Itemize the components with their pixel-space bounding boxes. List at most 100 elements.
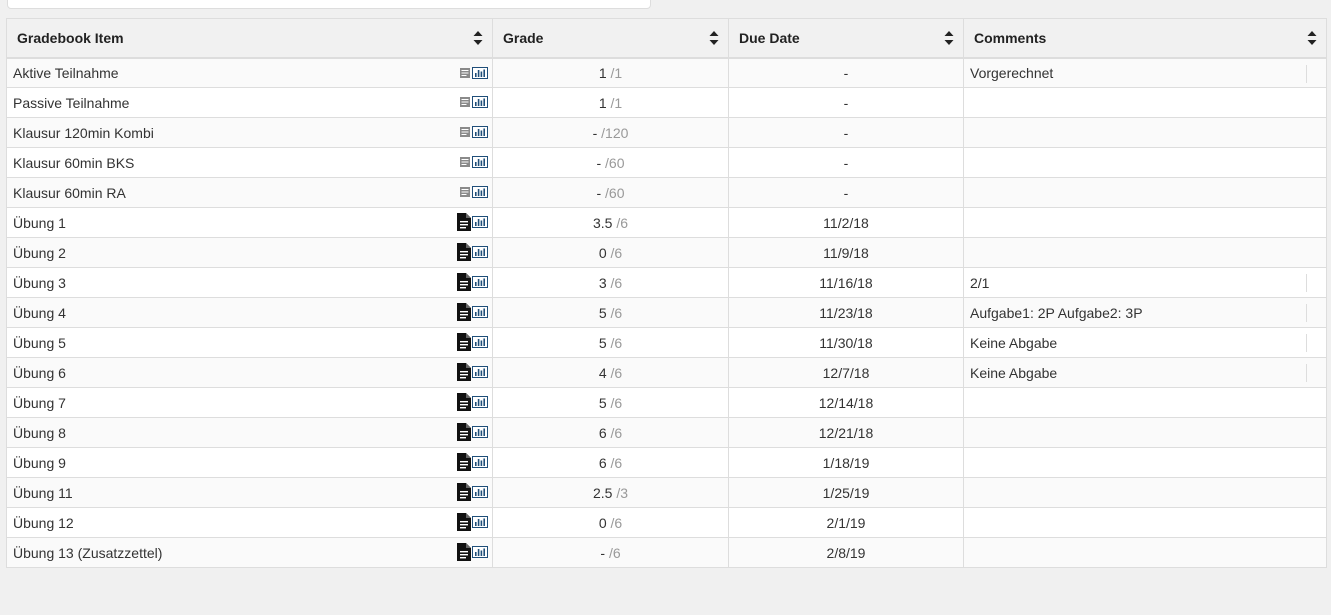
table-row: Übung 1 3.5 /6 11/2/18 xyxy=(6,207,1327,238)
bar-chart-icon[interactable] xyxy=(472,365,488,381)
bar-chart-icon[interactable] xyxy=(472,245,488,261)
table-row: Klausur 120min Kombi - /120- xyxy=(6,117,1327,148)
comment-cell: Vorgerechnet xyxy=(963,57,1327,88)
sort-arrows-icon[interactable] xyxy=(1307,31,1317,45)
gradebook-item-cell: Übung 4 xyxy=(6,297,493,328)
item-icons xyxy=(459,65,488,83)
grade-cell: 4 /6 xyxy=(492,357,729,388)
column-header-grade[interactable]: Grade xyxy=(492,18,729,59)
column-header-label: Comments xyxy=(974,29,1047,46)
grade-cell: 5 /6 xyxy=(492,327,729,358)
bar-chart-icon[interactable] xyxy=(472,485,488,501)
due-date-cell: 11/9/18 xyxy=(728,237,964,268)
document-icon[interactable] xyxy=(457,482,471,504)
grade-cell: 1 /1 xyxy=(492,87,729,118)
grade-max: /6 xyxy=(616,214,629,231)
gradebook-item-name: Klausur 120min Kombi xyxy=(13,124,154,141)
grade-cell: 0 /6 xyxy=(492,507,729,538)
comment-cell xyxy=(963,447,1327,478)
bar-chart-icon[interactable] xyxy=(472,215,488,231)
document-icon[interactable] xyxy=(457,542,471,564)
due-date-cell: 2/8/19 xyxy=(728,537,964,568)
grade-cell: 2.5 /3 xyxy=(492,477,729,508)
bar-chart-icon[interactable] xyxy=(472,305,488,321)
gradebook-item-name: Übung 11 xyxy=(13,484,73,501)
document-icon[interactable] xyxy=(457,392,471,414)
gradebook-item-cell: Übung 9 xyxy=(6,447,493,478)
gradebook-item-name: Übung 12 xyxy=(13,514,74,531)
column-header-comments[interactable]: Comments xyxy=(963,18,1327,59)
column-header-gradebook-item[interactable]: Gradebook Item xyxy=(6,18,493,59)
column-header-due-date[interactable]: Due Date xyxy=(728,18,964,59)
item-icons xyxy=(457,452,488,474)
document-icon[interactable] xyxy=(457,362,471,384)
bar-chart-icon[interactable] xyxy=(472,455,488,471)
table-row: Klausur 60min RA - /60- xyxy=(6,177,1327,208)
grade-value: 6 xyxy=(598,424,607,441)
comment-cell xyxy=(963,477,1327,508)
due-date-cell: 12/21/18 xyxy=(728,417,964,448)
grade-value: 3 xyxy=(598,274,607,291)
grade-value: 0 xyxy=(598,514,607,531)
grade-max: /6 xyxy=(610,274,623,291)
bar-chart-icon[interactable] xyxy=(472,425,488,441)
bar-chart-icon[interactable] xyxy=(472,335,488,351)
grade-cell: 6 /6 xyxy=(492,447,729,478)
document-icon[interactable] xyxy=(457,512,471,534)
bar-chart-icon[interactable] xyxy=(472,95,488,111)
sort-arrows-icon[interactable] xyxy=(473,31,483,45)
bar-chart-icon[interactable] xyxy=(472,545,488,561)
document-icon[interactable] xyxy=(457,332,471,354)
bar-chart-icon[interactable] xyxy=(472,66,488,82)
document-icon[interactable] xyxy=(457,212,471,234)
grade-cell: 0 /6 xyxy=(492,237,729,268)
due-date-cell: 11/30/18 xyxy=(728,327,964,358)
bar-chart-icon[interactable] xyxy=(472,275,488,291)
due-date-cell: 2/1/19 xyxy=(728,507,964,538)
comment-cell xyxy=(963,177,1327,208)
item-icons xyxy=(457,392,488,414)
bar-chart-icon[interactable] xyxy=(472,395,488,411)
item-icons xyxy=(459,94,488,112)
bar-chart-icon[interactable] xyxy=(472,125,488,141)
comment-text: Keine Abgabe xyxy=(970,334,1058,351)
item-icons xyxy=(457,512,488,534)
table-row: Übung 12 0 /6 2/1/19 xyxy=(6,507,1327,538)
due-date-cell: - xyxy=(728,57,964,88)
grade-max: /6 xyxy=(610,454,623,471)
gradebook-book-icon xyxy=(459,66,471,82)
gradebook-item-cell: Übung 12 xyxy=(6,507,493,538)
sort-arrows-icon[interactable] xyxy=(709,31,719,45)
item-icons xyxy=(457,302,488,324)
gradebook-item-cell: Übung 3 xyxy=(6,267,493,298)
grade-max: /6 xyxy=(610,244,623,261)
gradebook-item-name: Übung 6 xyxy=(13,364,66,381)
comment-cell: Keine Abgabe xyxy=(963,357,1327,388)
grade-cell: 5 /6 xyxy=(492,387,729,418)
document-icon[interactable] xyxy=(457,452,471,474)
sort-arrows-icon[interactable] xyxy=(944,31,954,45)
comment-cell xyxy=(963,387,1327,418)
document-icon[interactable] xyxy=(457,422,471,444)
grade-cell: 3.5 /6 xyxy=(492,207,729,238)
grade-cell: 1 /1 xyxy=(492,57,729,88)
gradebook-book-icon xyxy=(459,95,471,111)
gradebook-item-name: Klausur 60min BKS xyxy=(13,154,135,171)
gradebook-item-cell: Übung 2 xyxy=(6,237,493,268)
grade-cell: - /60 xyxy=(492,177,729,208)
document-icon[interactable] xyxy=(457,272,471,294)
gradebook-book-icon xyxy=(459,155,471,171)
gradebook-item-cell: Klausur 120min Kombi xyxy=(6,117,493,148)
document-icon[interactable] xyxy=(457,302,471,324)
bar-chart-icon[interactable] xyxy=(472,185,488,201)
grade-value: - xyxy=(596,154,602,171)
grade-value: 2.5 xyxy=(592,484,613,501)
gradebook-item-name: Klausur 60min RA xyxy=(13,184,126,201)
comment-cell xyxy=(963,237,1327,268)
bar-chart-icon[interactable] xyxy=(472,515,488,531)
gradebook-table: Gradebook Item Grade Due Date Comments A… xyxy=(6,18,1327,568)
item-icons xyxy=(459,184,488,202)
bar-chart-icon[interactable] xyxy=(472,155,488,171)
item-icons xyxy=(457,362,488,384)
document-icon[interactable] xyxy=(457,242,471,264)
